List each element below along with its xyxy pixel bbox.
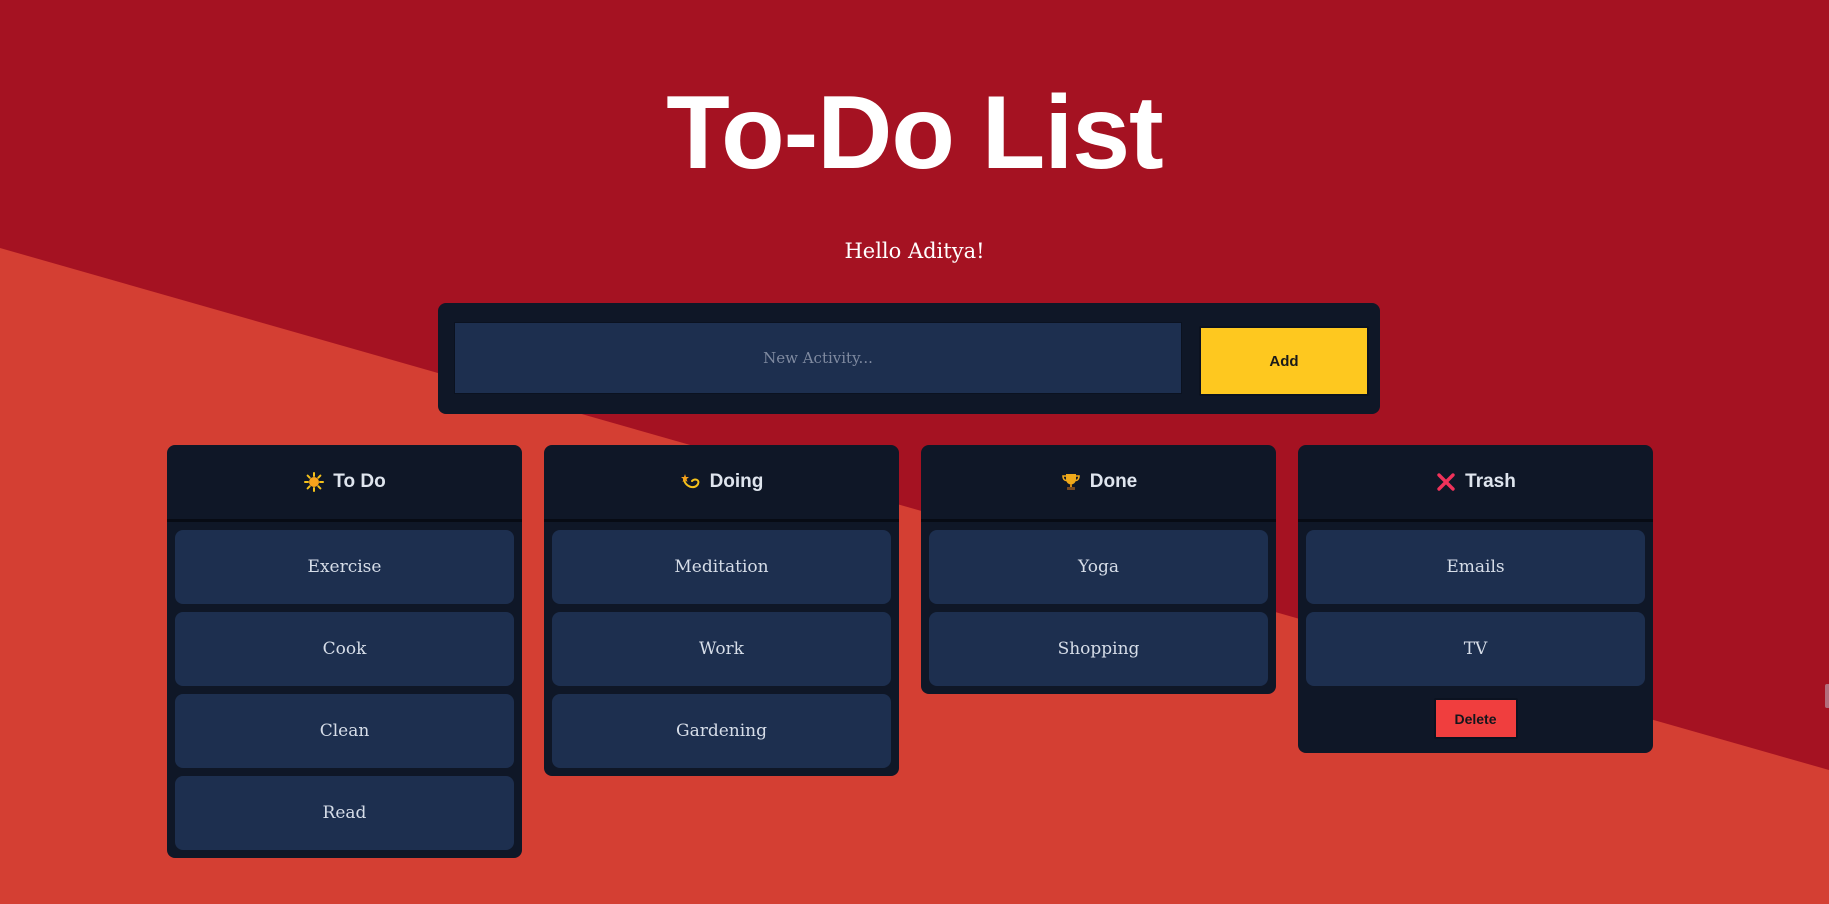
todo-item[interactable]: Cook (175, 612, 514, 686)
doing-item[interactable]: Gardening (552, 694, 891, 768)
add-activity-form: Add (438, 303, 1380, 414)
trash-column: Trash Emails TV Delete (1298, 445, 1653, 753)
done-item[interactable]: Yoga (929, 530, 1268, 604)
trash-column-header: Trash (1298, 445, 1653, 522)
done-column: Done Yoga Shopping (921, 445, 1276, 694)
todo-item[interactable]: Read (175, 776, 514, 850)
scrollbar-handle[interactable] (1825, 684, 1829, 708)
doing-column-title: Doing (709, 471, 764, 492)
trash-column-title: Trash (1465, 471, 1516, 492)
doing-list: Meditation Work Gardening (544, 522, 899, 768)
new-activity-input[interactable] (454, 322, 1182, 394)
page: To-Do List Hello Aditya! Add (0, 0, 1829, 904)
sun-icon (303, 471, 325, 493)
doing-column: Doing Meditation Work Gardening (544, 445, 899, 776)
greeting-text: Hello Aditya! (844, 239, 985, 263)
doing-column-header: Doing (544, 445, 899, 522)
delete-row: Delete (1298, 686, 1653, 745)
add-button[interactable]: Add (1199, 326, 1369, 396)
cross-mark-icon (1435, 471, 1457, 493)
todo-item[interactable]: Clean (175, 694, 514, 768)
page-title: To-Do List (666, 75, 1163, 191)
done-item[interactable]: Shopping (929, 612, 1268, 686)
trash-item[interactable]: Emails (1306, 530, 1645, 604)
todo-item[interactable]: Exercise (175, 530, 514, 604)
done-column-title: Done (1089, 471, 1138, 492)
trophy-icon (1060, 471, 1082, 493)
todo-list: Exercise Cook Clean Read (167, 522, 522, 850)
trash-list: Emails TV (1298, 522, 1653, 686)
delete-button[interactable]: Delete (1433, 698, 1518, 739)
done-list: Yoga Shopping (921, 522, 1276, 686)
dizzy-icon (680, 471, 702, 493)
doing-item[interactable]: Work (552, 612, 891, 686)
doing-item[interactable]: Meditation (552, 530, 891, 604)
todo-column-title: To Do (333, 471, 386, 492)
todo-column-header: To Do (167, 445, 522, 522)
trash-item[interactable]: TV (1306, 612, 1645, 686)
todo-column: To Do Exercise Cook Clean Read (167, 445, 522, 858)
done-column-header: Done (921, 445, 1276, 522)
